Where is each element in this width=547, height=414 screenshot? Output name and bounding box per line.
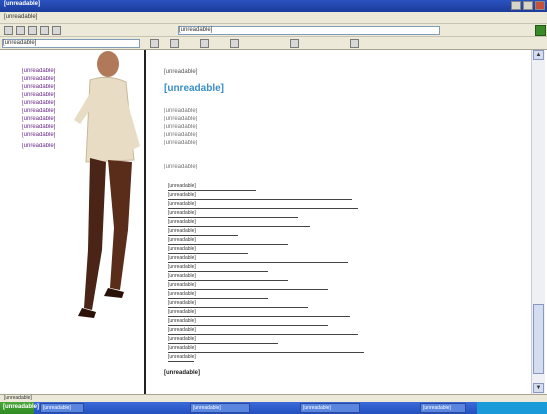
- list-item[interactable]: [unreadable]: [168, 336, 368, 344]
- browser-window: [unreadable] [unreadable] [unreadable] […: [0, 0, 547, 414]
- toolbar-icon[interactable]: [350, 39, 359, 48]
- nav-link[interactable]: [unreadable]: [22, 68, 122, 75]
- address-bar: [unreadable]: [0, 24, 547, 37]
- taskbar: [unreadable] [unreadable] [unreadable] […: [0, 402, 547, 414]
- left-column: [unreadable] [unreadable] [unreadable] […: [0, 50, 146, 394]
- page-content: [unreadable] [unreadable] [unreadable] […: [0, 50, 547, 394]
- toolbar: [unreadable]: [0, 37, 547, 50]
- list-item[interactable]: [unreadable]: [168, 228, 368, 236]
- nav-link[interactable]: [unreadable]: [22, 108, 122, 115]
- body-text: [unreadable]: [164, 140, 198, 145]
- stop-icon[interactable]: [28, 26, 37, 35]
- nav-link[interactable]: [unreadable]: [22, 132, 122, 139]
- list-item[interactable]: [unreadable]: [168, 237, 368, 245]
- main-panel: [unreadable] [unreadable] [unreadable] […: [160, 50, 530, 394]
- menu-item[interactable]: [unreadable]: [4, 14, 37, 20]
- nav-link[interactable]: [unreadable]: [22, 116, 122, 123]
- list-item[interactable]: [unreadable]: [168, 210, 368, 218]
- scroll-up-icon[interactable]: ▲: [533, 50, 544, 60]
- list-item[interactable]: [unreadable]: [168, 219, 368, 227]
- go-button[interactable]: [535, 25, 546, 36]
- body-text: [unreadable]: [164, 124, 198, 129]
- list-item[interactable]: [unreadable]: [168, 300, 368, 308]
- taskbar-button[interactable]: [unreadable]: [190, 403, 250, 413]
- list-item[interactable]: [unreadable]: [168, 354, 368, 362]
- list-item[interactable]: [unreadable]: [168, 192, 368, 200]
- taskbar-button[interactable]: [unreadable]: [420, 403, 466, 413]
- list-item[interactable]: [unreadable]: [168, 255, 368, 263]
- list-item[interactable]: [unreadable]: [168, 345, 368, 353]
- back-icon[interactable]: [4, 26, 13, 35]
- window-title: [unreadable]: [4, 1, 41, 7]
- side-nav: [unreadable] [unreadable] [unreadable] […: [22, 68, 122, 151]
- list-item[interactable]: [unreadable]: [168, 327, 368, 335]
- scroll-thumb[interactable]: [533, 304, 544, 374]
- list-item[interactable]: [unreadable]: [168, 291, 368, 299]
- home-icon[interactable]: [52, 26, 61, 35]
- taskbar-button[interactable]: [unreadable]: [300, 403, 360, 413]
- status-bar: [unreadable]: [0, 394, 547, 402]
- search-input[interactable]: [unreadable]: [2, 39, 140, 48]
- nav-link[interactable]: [unreadable]: [22, 100, 122, 107]
- toolbar-icon[interactable]: [200, 39, 209, 48]
- taskbar-button[interactable]: [unreadable]: [40, 403, 84, 413]
- link-list: [unreadable] [unreadable] [unreadable] […: [168, 183, 368, 364]
- nav-link[interactable]: [unreadable]: [22, 143, 122, 150]
- body-text: [unreadable]: [164, 108, 198, 113]
- toolbar-icon[interactable]: [230, 39, 239, 48]
- forward-icon[interactable]: [16, 26, 25, 35]
- maximize-button[interactable]: [523, 1, 533, 10]
- toolbar-icon[interactable]: [150, 39, 159, 48]
- nav-link[interactable]: [unreadable]: [22, 124, 122, 131]
- minimize-button[interactable]: [511, 1, 521, 10]
- start-button[interactable]: [unreadable]: [0, 402, 39, 414]
- list-item[interactable]: [unreadable]: [168, 282, 368, 290]
- nav-link[interactable]: [unreadable]: [22, 92, 122, 99]
- scroll-down-icon[interactable]: ▼: [533, 383, 544, 393]
- list-item[interactable]: [unreadable]: [168, 273, 368, 281]
- breadcrumb[interactable]: [unreadable]: [164, 69, 244, 75]
- body-text: [unreadable]: [164, 132, 198, 137]
- nav-link[interactable]: [unreadable]: [22, 84, 122, 91]
- toolbar-icon[interactable]: [170, 39, 179, 48]
- title-bar[interactable]: [unreadable]: [0, 0, 547, 12]
- nav-link[interactable]: [unreadable]: [22, 76, 122, 83]
- address-input[interactable]: [unreadable]: [178, 26, 440, 35]
- menu-bar[interactable]: [unreadable]: [0, 12, 547, 24]
- toolbar-icon[interactable]: [290, 39, 299, 48]
- list-item[interactable]: [unreadable]: [168, 264, 368, 272]
- list-item[interactable]: [unreadable]: [168, 246, 368, 254]
- refresh-icon[interactable]: [40, 26, 49, 35]
- system-tray[interactable]: [477, 402, 547, 414]
- body-text: [unreadable]: [164, 116, 198, 121]
- section-heading: [unreadable]: [164, 370, 201, 376]
- page-title: [unreadable]: [164, 83, 225, 94]
- section-label: [unreadable]: [164, 164, 198, 169]
- list-item[interactable]: [unreadable]: [168, 309, 368, 317]
- close-button[interactable]: [535, 1, 545, 10]
- vertical-scrollbar[interactable]: ▲ ▼: [531, 50, 545, 394]
- list-item[interactable]: [unreadable]: [168, 201, 368, 209]
- list-item[interactable]: [unreadable]: [168, 183, 368, 191]
- list-item[interactable]: [unreadable]: [168, 318, 368, 326]
